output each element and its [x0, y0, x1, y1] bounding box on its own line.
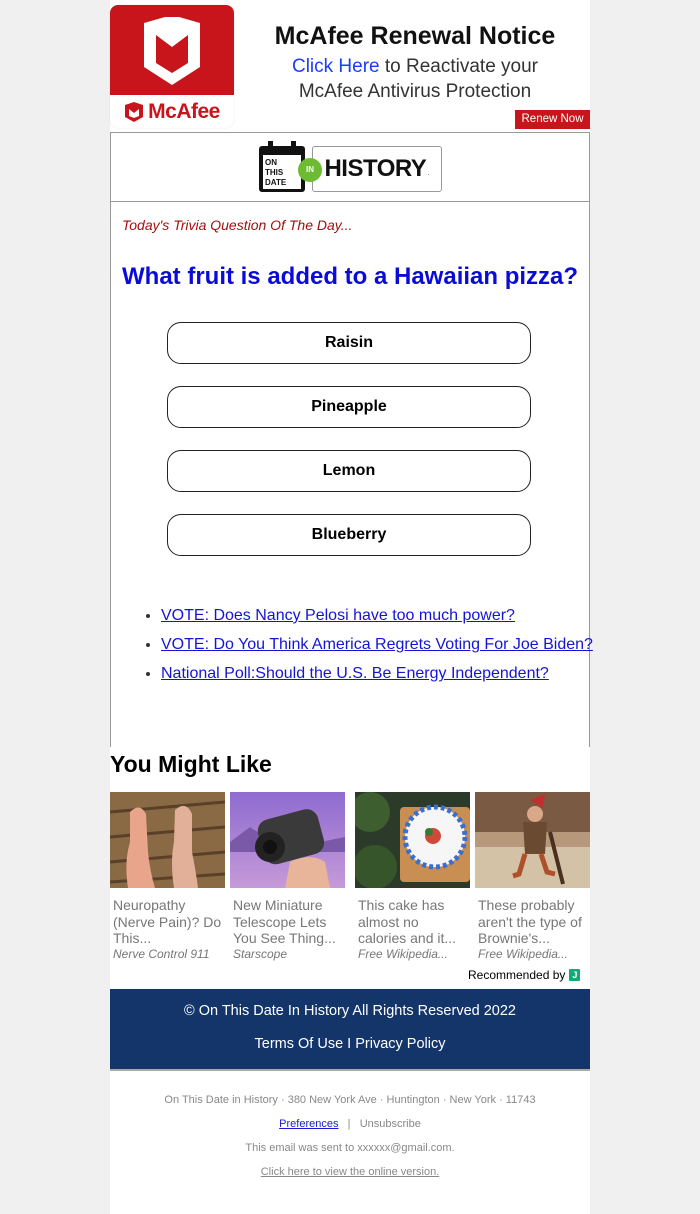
recommendation-title: Neuropathy (Nerve Pain)? Do This...	[113, 897, 222, 946]
renew-now-button[interactable]: Renew Now	[515, 110, 590, 129]
copyright-text: © On This Date In History All Rights Res…	[184, 1003, 516, 1019]
email-footer: On This Date in History · 380 New York A…	[110, 1093, 590, 1189]
poll-links-list: VOTE: Does Nancy Pelosi have too much po…	[125, 601, 611, 688]
recommendation-source: Free Wikipedia...	[358, 946, 448, 961]
answer-button-lemon[interactable]: Lemon	[167, 450, 531, 492]
recommendation-source: Nerve Control 911	[113, 946, 210, 961]
trivia-label: Today's Trivia Question Of The Day...	[122, 217, 353, 233]
banner-title: McAfee Renewal Notice	[274, 22, 556, 50]
answer-button-blueberry[interactable]: Blueberry	[167, 514, 531, 556]
history-box: HISTORY.	[312, 146, 442, 192]
poll-link[interactable]: VOTE: Does Nancy Pelosi have too much po…	[161, 607, 515, 624]
mcafee-wordmark: McAfee	[148, 99, 220, 123]
history-dot: .	[427, 168, 430, 177]
banner-sub-text: to Reactivate your	[379, 56, 539, 77]
in-badge: IN	[298, 158, 322, 182]
mcafee-ad-banner[interactable]: McAfee McAfee Renewal Notice Click Here …	[110, 0, 590, 130]
preferences-row: Preferences | Unsubscribe	[110, 1117, 590, 1141]
recommendation-title: New Miniature Telescope Lets You See Thi…	[233, 897, 336, 946]
calendar-line-2: THIS	[265, 168, 284, 177]
mcafee-logo: McAfee	[110, 5, 234, 128]
footer-links: Terms Of Use I Privacy Policy	[110, 1036, 590, 1052]
recommended-by-label: Recommended by	[468, 968, 566, 982]
recommendation-title: These probably aren't the type of Browni…	[478, 897, 582, 946]
answer-button-raisin[interactable]: Raisin	[167, 322, 531, 364]
list-item: National Poll:Should the U.S. Be Energy …	[161, 659, 611, 688]
recommendation-source: Free Wikipedia...	[478, 946, 568, 961]
poll-link[interactable]: National Poll:Should the U.S. Be Energy …	[161, 665, 549, 682]
footer-banner: © On This Date In History All Rights Res…	[110, 989, 590, 1071]
email-body: McAfee McAfee Renewal Notice Click Here …	[109, 0, 593, 1214]
you-might-like-heading: You Might Like	[110, 751, 272, 777]
answer-button-pineapple[interactable]: Pineapple	[167, 386, 531, 428]
recommender-logo-icon: J	[569, 969, 581, 981]
calendar-line-1: ON	[265, 158, 277, 167]
recommendation-title: This cake has almost no calories and it.…	[358, 897, 457, 946]
on-this-date-in-history-logo[interactable]: ON THIS DATE HISTORY. IN	[111, 133, 589, 202]
recommendation-card[interactable]: New Miniature Telescope Lets You See Thi…	[230, 792, 345, 961]
pipe-separator: |	[347, 1118, 351, 1130]
banner-sub-line2: McAfee Antivirus Protection	[298, 81, 532, 102]
recommendation-card[interactable]: This cake has almost no calories and it.…	[350, 792, 470, 961]
recommended-by-badge[interactable]: Recommended by J	[468, 968, 581, 982]
preferences-link[interactable]: Preferences	[279, 1118, 338, 1130]
sent-to-text: This email was sent to xxxxxx@gmail.com.	[245, 1142, 455, 1154]
recommendation-card[interactable]: These probably aren't the type of Browni…	[475, 792, 590, 961]
monocular-photo	[230, 792, 345, 888]
privacy-policy-link[interactable]: Privacy Policy	[355, 1036, 445, 1052]
trivia-question: What fruit is added to a Hawaiian pizza?	[122, 263, 579, 290]
view-online-link[interactable]: Click here to view the online version.	[261, 1166, 440, 1178]
list-item: VOTE: Do You Think America Regrets Votin…	[161, 630, 611, 659]
mcafee-shield-icon	[144, 17, 200, 85]
calendar-line-3: DATE	[265, 178, 287, 187]
recommendation-card[interactable]: Neuropathy (Nerve Pain)? Do This... Nerv…	[109, 792, 226, 961]
list-item: VOTE: Does Nancy Pelosi have too much po…	[161, 601, 611, 630]
click-here-link[interactable]: Click Here	[292, 56, 380, 77]
unsubscribe-link[interactable]: Unsubscribe	[360, 1118, 421, 1130]
recommendation-source: Starscope	[233, 946, 288, 961]
history-text: HISTORY	[324, 155, 427, 182]
feet-photo	[109, 792, 226, 888]
poll-link[interactable]: VOTE: Do You Think America Regrets Votin…	[161, 636, 593, 653]
trivia-section: ON THIS DATE HISTORY. IN Today's Trivia …	[110, 132, 593, 747]
mcafee-small-shield-icon	[125, 101, 144, 122]
banner-subtitle: Click Here to Reactivate your McAfee Ant…	[250, 54, 580, 104]
brownie-illustration	[475, 792, 590, 888]
address-text: On This Date in History · 380 New York A…	[164, 1094, 536, 1106]
plate-photo	[350, 792, 470, 889]
footer-separator: I	[343, 1036, 356, 1052]
terms-of-use-link[interactable]: Terms Of Use	[255, 1036, 344, 1052]
